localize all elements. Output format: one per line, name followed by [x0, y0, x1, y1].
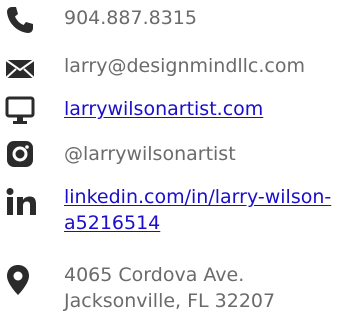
email-address: larry@designmindllc.com: [64, 55, 305, 77]
linkedin-icon: [4, 186, 38, 220]
linkedin-link[interactable]: linkedin.com/in/larry-wilson- a5216514: [64, 184, 354, 236]
address: 4065 Cordova Ave. Jacksonville, FL 32207: [64, 262, 354, 314]
monitor-icon: [4, 94, 38, 128]
address-line2: Jacksonville, FL 32207: [64, 290, 276, 312]
linkedin-link-line2[interactable]: a5216514: [64, 210, 354, 236]
linkedin-link-line1[interactable]: linkedin.com/in/larry-wilson-: [64, 184, 354, 210]
instagram-handle: @larrywilsonartist: [64, 143, 236, 165]
phone-number: 904.887.8315: [64, 7, 197, 29]
instagram-icon: [4, 138, 38, 172]
website-link[interactable]: larrywilsonartist.com: [64, 96, 263, 122]
address-line1: 4065 Cordova Ave.: [64, 264, 245, 286]
envelope-icon: [4, 56, 38, 90]
map-pin-icon: [4, 263, 38, 297]
phone-icon: [4, 4, 38, 38]
